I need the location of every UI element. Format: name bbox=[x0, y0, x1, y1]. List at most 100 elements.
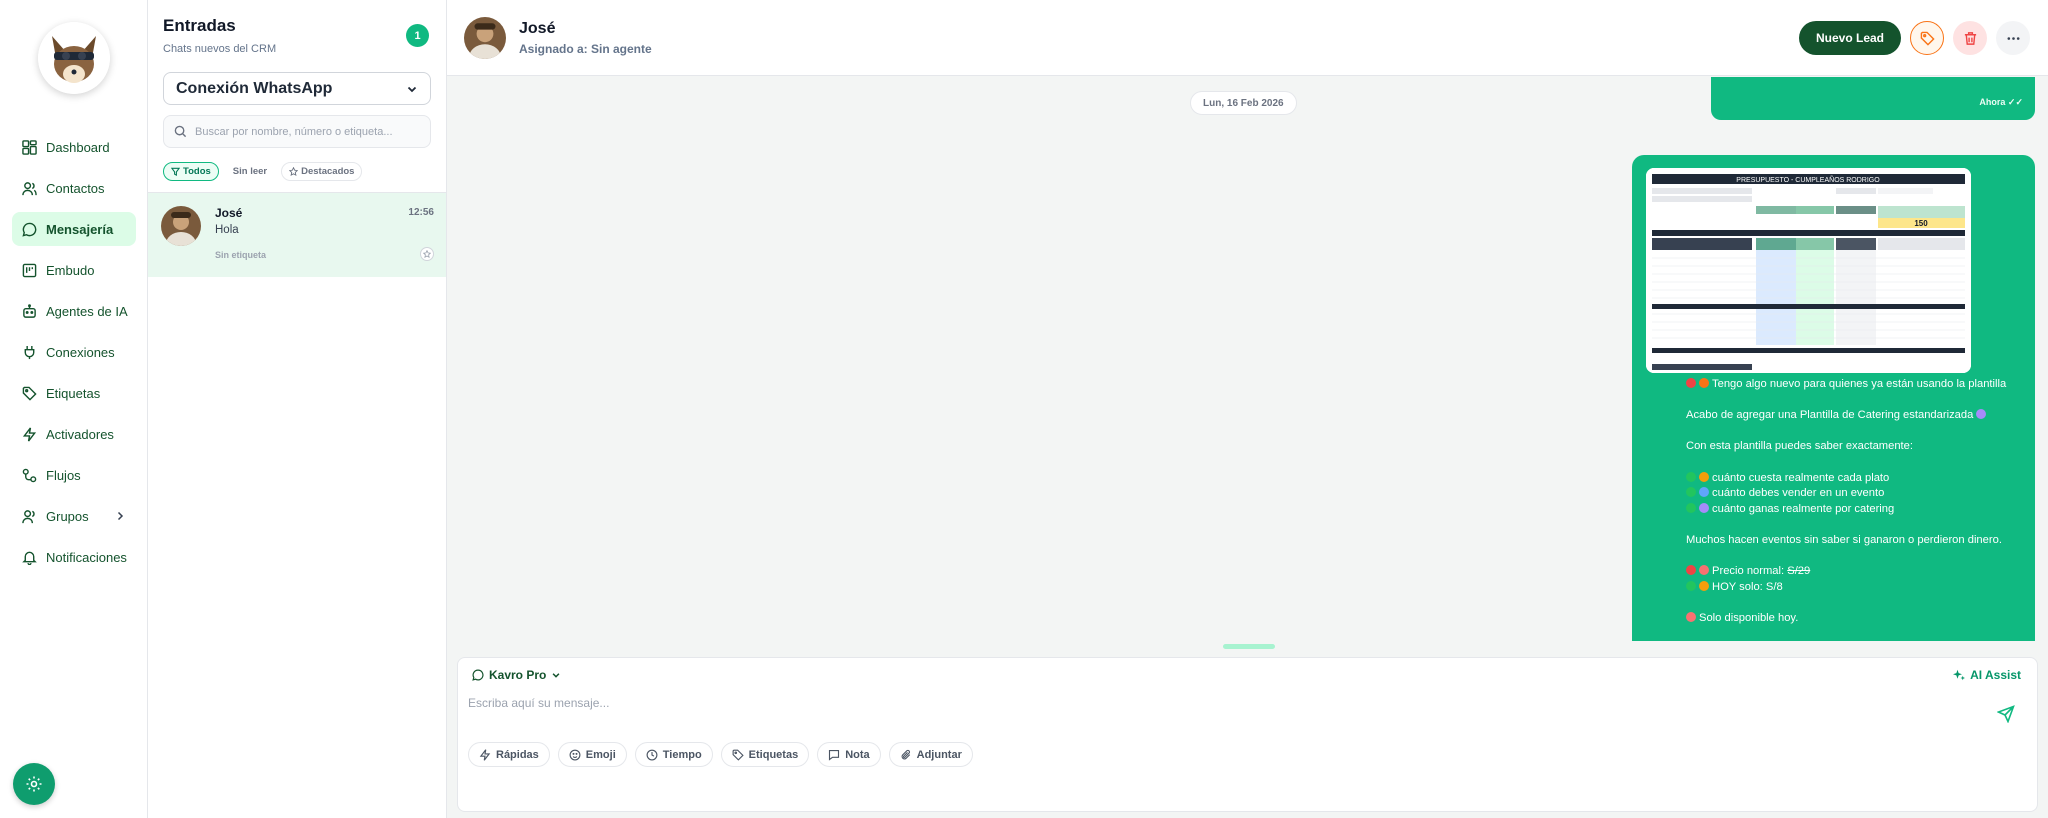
ai-assist-label: AI Assist bbox=[1970, 668, 2021, 682]
search-input[interactable] bbox=[195, 125, 415, 138]
nav-item-agentes-ia[interactable]: Agentes de IA bbox=[12, 294, 136, 328]
message-line: Tengo algo nuevo para quienes ya están u… bbox=[1686, 377, 2026, 393]
message-blank bbox=[1686, 393, 2026, 409]
nav-item-conexiones[interactable]: Conexiones bbox=[12, 335, 136, 369]
nav-label: Contactos bbox=[46, 180, 105, 196]
dashboard-icon bbox=[22, 139, 37, 155]
message-composer: Kavro Pro AI Assist Rápidas Emoji Tiempo bbox=[457, 657, 2038, 812]
connection-label: Conexión WhatsApp bbox=[176, 79, 333, 97]
note-button[interactable]: Nota bbox=[817, 742, 881, 767]
message-blank bbox=[1686, 517, 2026, 533]
ai-assist-button[interactable]: AI Assist bbox=[1953, 668, 2021, 682]
nav-item-notificaciones[interactable]: Notificaciones bbox=[12, 540, 136, 574]
message-line: Acabo de agregar una Plantilla de Cateri… bbox=[1686, 408, 2026, 424]
schedule-button[interactable]: Tiempo bbox=[634, 742, 713, 767]
message-image-attachment[interactable]: PRESUPUESTO - CUMPLEAÑOS RODRIGO 150 bbox=[1646, 168, 1971, 373]
new-lead-button[interactable]: Nuevo Lead bbox=[1799, 21, 1901, 55]
nav-label: Mensajería bbox=[46, 221, 114, 237]
more-options-button[interactable] bbox=[1996, 21, 2030, 55]
nav-label: Grupos bbox=[46, 508, 89, 524]
star-icon bbox=[423, 250, 431, 258]
message-line: cuánto debes vender en un evento bbox=[1686, 486, 2026, 502]
quick-replies-button[interactable]: Rápidas bbox=[468, 742, 550, 767]
filter-label: Destacados bbox=[301, 166, 355, 177]
spreadsheet-highlight: 150 bbox=[1914, 219, 1928, 228]
star-icon bbox=[289, 167, 299, 176]
model-selector[interactable]: Kavro Pro bbox=[472, 668, 566, 682]
nav-item-etiquetas[interactable]: Etiquetas bbox=[12, 376, 136, 410]
chevron-down-icon bbox=[552, 673, 560, 678]
tag-icon bbox=[1920, 31, 1935, 46]
filter-icon bbox=[171, 167, 180, 176]
smile-icon bbox=[569, 749, 581, 760]
send-icon bbox=[1997, 705, 2015, 723]
chat-panel: José Asignado a: Sin agente Nuevo Lead L… bbox=[447, 0, 2048, 818]
zap-icon bbox=[22, 427, 37, 441]
nav-label: Conexiones bbox=[46, 344, 115, 360]
tag-icon bbox=[732, 749, 744, 761]
contact-name: José bbox=[519, 20, 556, 37]
main-nav: Dashboard Contactos Mensajería Embudo Ag… bbox=[12, 130, 136, 581]
nav-item-mensajeria[interactable]: Mensajería bbox=[12, 212, 136, 246]
users-icon bbox=[22, 181, 37, 195]
chat-list-item[interactable]: José 12:56 Hola Sin etiqueta bbox=[148, 193, 446, 277]
assigned-agent[interactable]: Asignado a: Sin agente bbox=[519, 42, 652, 56]
nav-label: Activadores bbox=[46, 426, 114, 442]
favorite-star-button[interactable] bbox=[420, 247, 434, 261]
chat-last-message: Hola bbox=[215, 224, 239, 236]
filter-destacados[interactable]: Destacados bbox=[281, 162, 363, 181]
date-separator: Lun, 16 Feb 2026 bbox=[1190, 91, 1297, 115]
filter-chips: Todos Sin leer Destacados bbox=[163, 162, 363, 181]
chat-tag-label: Sin etiqueta bbox=[215, 250, 267, 260]
message-blank bbox=[1686, 595, 2026, 611]
clock-icon bbox=[646, 749, 658, 760]
avatar[interactable] bbox=[464, 17, 506, 59]
emoji-button[interactable]: Emoji bbox=[557, 742, 627, 767]
message-line: cuánto cuesta realmente cada plato bbox=[1686, 471, 2026, 487]
message-blank bbox=[1686, 424, 2026, 440]
nav-item-embudo[interactable]: Embudo bbox=[12, 253, 136, 287]
labels-button[interactable]: Etiquetas bbox=[720, 742, 810, 767]
tool-label: Rápidas bbox=[496, 748, 539, 761]
chevron-right-icon bbox=[117, 511, 124, 521]
paperclip-icon bbox=[901, 749, 910, 759]
robot-icon bbox=[23, 303, 36, 318]
filter-sin-leer[interactable]: Sin leer bbox=[225, 162, 275, 181]
message-input[interactable] bbox=[468, 691, 1968, 715]
bell-icon bbox=[22, 551, 37, 565]
gear-icon bbox=[26, 776, 42, 792]
group-icon bbox=[22, 509, 35, 523]
filter-label: Todos bbox=[183, 166, 211, 177]
nav-item-grupos[interactable]: Grupos bbox=[12, 499, 136, 533]
nav-item-contactos[interactable]: Contactos bbox=[12, 171, 136, 205]
nav-item-dashboard[interactable]: Dashboard bbox=[12, 130, 136, 164]
model-label: Kavro Pro bbox=[489, 668, 547, 682]
resize-handle[interactable] bbox=[1223, 644, 1275, 649]
chat-contact-name: José bbox=[215, 206, 243, 220]
delete-button[interactable] bbox=[1953, 21, 1987, 55]
zap-icon bbox=[479, 748, 491, 761]
filter-todos[interactable]: Todos bbox=[163, 162, 219, 181]
attach-button[interactable]: Adjuntar bbox=[888, 742, 973, 767]
tool-label: Tiempo bbox=[662, 748, 702, 761]
chat-header: José Asignado a: Sin agente Nuevo Lead bbox=[447, 0, 2048, 76]
message-line: Muchos hacen eventos sin saber si ganaro… bbox=[1686, 533, 2002, 546]
message-list[interactable]: Lun, 16 Feb 2026 Ahora ✓✓ PRESUPUESTO - … bbox=[447, 77, 2048, 641]
message-icon bbox=[22, 222, 37, 237]
message-line: cuánto ganas realmente por catering bbox=[1686, 502, 2026, 518]
avatar bbox=[161, 206, 201, 246]
tag-button[interactable] bbox=[1910, 21, 1944, 55]
nav-item-activadores[interactable]: Activadores bbox=[12, 417, 136, 451]
chat-bubble-icon bbox=[472, 669, 484, 681]
message-time: Ahora ✓✓ bbox=[1979, 97, 2023, 107]
nav-item-flujos[interactable]: Flujos bbox=[12, 458, 136, 492]
settings-button[interactable] bbox=[13, 763, 55, 805]
message-blank bbox=[1686, 549, 2026, 565]
connection-select[interactable]: Conexión WhatsApp bbox=[163, 72, 431, 105]
tool-label: Emoji bbox=[585, 748, 616, 761]
sparkles-icon bbox=[1953, 669, 1966, 681]
note-icon bbox=[829, 749, 840, 761]
send-button[interactable] bbox=[1993, 701, 2019, 727]
tool-label: Etiquetas bbox=[748, 748, 799, 761]
fox-mascot-logo[interactable] bbox=[38, 22, 110, 94]
